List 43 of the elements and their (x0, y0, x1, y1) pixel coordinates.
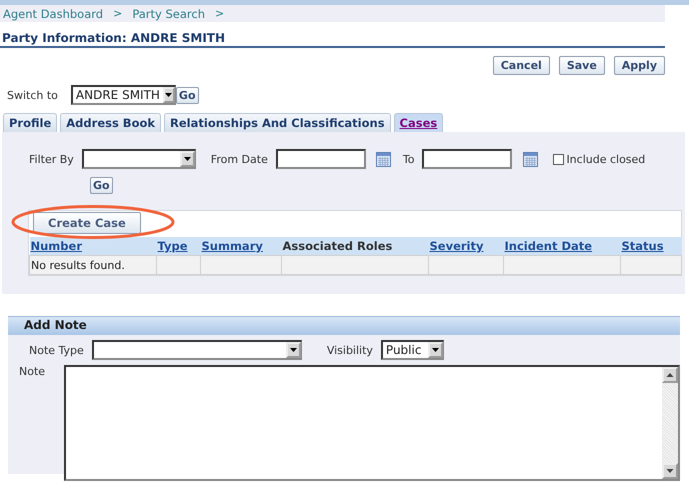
tab[interactable]: Address Book (60, 113, 162, 132)
include-closed-label: Include closed (566, 152, 646, 166)
action-button[interactable]: Apply (614, 56, 665, 75)
visibility-dropdown[interactable]: Public (380, 340, 444, 360)
to-date-field[interactable] (422, 149, 512, 169)
to-label: To (402, 152, 414, 166)
tab[interactable]: Cases (394, 113, 444, 132)
action-button[interactable]: Save (558, 56, 605, 75)
column-header: Associated Roles (282, 239, 392, 253)
breadcrumb-link[interactable]: Party Search (132, 6, 205, 20)
calendar-icon[interactable] (376, 152, 391, 166)
page-title: Party Information: ANDRE SMITH (0, 31, 665, 48)
calendar-icon[interactable] (523, 152, 538, 166)
filter-by-label: Filter By (29, 152, 74, 166)
note-label: Note (19, 365, 46, 380)
breadcrumb-link[interactable]: Agent Dashboard (3, 6, 104, 20)
go-button[interactable]: Go (176, 86, 199, 104)
note-type-dropdown[interactable] (92, 340, 302, 360)
action-button[interactable]: Cancel (492, 56, 550, 75)
from-date-label: From Date (210, 152, 268, 166)
breadcrumb-separator: > (215, 7, 224, 20)
table-cell: No results found. (30, 256, 156, 274)
note-type-label: Note Type (29, 344, 84, 356)
go-button[interactable]: Go (90, 177, 113, 194)
from-date-field[interactable] (276, 149, 366, 169)
caret-icon (165, 93, 172, 97)
tab[interactable]: Profile (3, 113, 58, 132)
create-case-button[interactable]: Create Case (33, 212, 141, 234)
section-header: Add Note (8, 316, 680, 335)
scrollbar[interactable] (662, 367, 678, 479)
party-dropdown[interactable]: ANDRE SMITH (70, 85, 176, 105)
caret-icon (432, 348, 439, 352)
visibility-label: Visibility (326, 344, 373, 356)
include-closed-checkbox[interactable] (553, 154, 564, 164)
note-field[interactable] (64, 365, 680, 481)
tab[interactable]: Relationships And Classifications (164, 113, 391, 132)
switch-to-label: Switch to (7, 88, 58, 102)
caret-icon (290, 348, 297, 352)
caret-icon (184, 157, 191, 161)
table-cell (156, 256, 200, 274)
filter-dropdown[interactable] (82, 149, 196, 169)
table-cell (620, 256, 682, 274)
breadcrumb-separator: > (113, 7, 122, 20)
